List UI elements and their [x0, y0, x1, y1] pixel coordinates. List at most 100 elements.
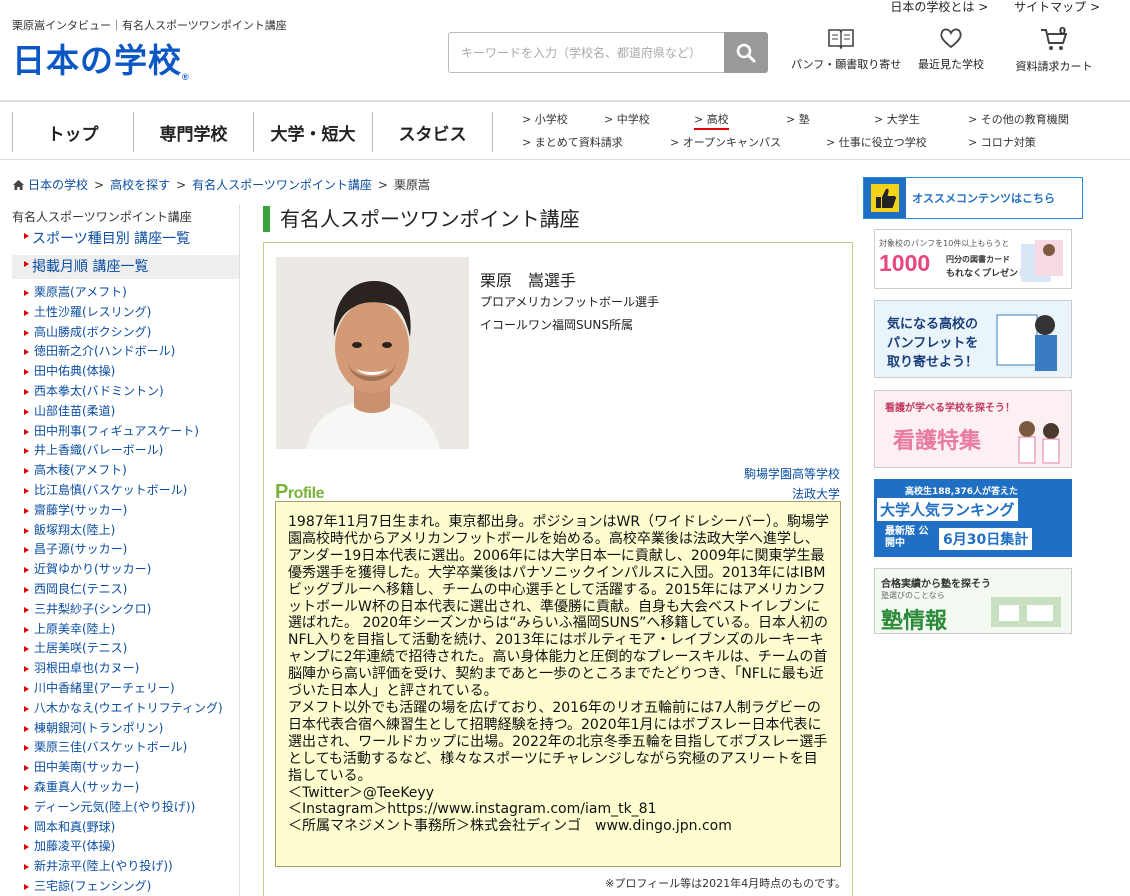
banner2-line3: 取り寄せよう！: [887, 355, 979, 370]
nav-junior-high[interactable]: > 中学校: [604, 111, 650, 127]
banner1-unit: 円分の図書カード: [946, 255, 1010, 264]
player-list-item[interactable]: 八木かなえ(ウエイトリフティング): [12, 699, 239, 719]
athlete-team: イコールワン福岡SUNS所属: [480, 318, 633, 332]
player-list-item[interactable]: 土性沙羅(レスリング): [12, 303, 239, 323]
nav-juku[interactable]: > 塾: [786, 111, 810, 127]
banner-juku[interactable]: 合格実績から塾を探そう 塾選びのことなら 塾情報: [874, 568, 1072, 634]
player-list-item[interactable]: 高山勝成(ボクシング): [12, 323, 239, 343]
breadcrumb: 日本の学校 > 高校を探す > 有名人スポーツワンポイント講座 > 栗原嵩: [12, 176, 430, 193]
player-list-item[interactable]: 岡本和真(野球): [12, 818, 239, 838]
search-button[interactable]: [724, 32, 768, 73]
player-list-item[interactable]: 田中佑典(体操): [12, 362, 239, 382]
profile-label-cap: P: [275, 481, 288, 503]
player-list-item[interactable]: 棟朝銀河(トランポリン): [12, 719, 239, 739]
breadcrumb-current: 栗原嵩: [393, 178, 430, 192]
breadcrumb-sports-course[interactable]: 有名人スポーツワンポイント講座: [192, 176, 372, 193]
search-input[interactable]: [448, 32, 724, 73]
player-list-item[interactable]: 近賀ゆかり(サッカー): [12, 560, 239, 580]
player-list-item[interactable]: 田中刑事(フィギュアスケート): [12, 422, 239, 442]
player-list-item[interactable]: 森重真人(サッカー): [12, 778, 239, 798]
player-list-item[interactable]: 川中香緒里(アーチェリー): [12, 679, 239, 699]
banner-ranking[interactable]: 高校生188,376人が答えた 大学人気ランキング 最新版 公開中 6月30日集…: [874, 479, 1072, 557]
banner-pamphlet[interactable]: 気になる高校の パンフレットを 取り寄せよう！: [874, 300, 1072, 378]
nav-vocational[interactable]: 専門学校: [133, 112, 253, 152]
top-links: 日本の学校とは > サイトマップ >: [868, 0, 1100, 15]
banner-book-card[interactable]: 対象校のパンフを10件以上もらうと 1000 円分の図書カード もれなくプレゼン…: [874, 229, 1072, 289]
nav-university[interactable]: 大学・短大: [253, 112, 372, 152]
player-list-item[interactable]: 井上香織(バレーボール): [12, 441, 239, 461]
banner5-illustration: [991, 597, 1061, 627]
banner5-line3: 塾情報: [881, 609, 948, 634]
header-tagline: 栗原嵩インタビュー｜有名人スポーツワンポイント講座: [12, 19, 287, 32]
nav-other-institutions[interactable]: > その他の教育機関: [968, 111, 1069, 127]
player-list-item[interactable]: 三宅諒(フェンシング): [12, 877, 239, 896]
breadcrumb-high-school[interactable]: 高校を探す: [110, 176, 170, 193]
page-title: 有名人スポーツワンポイント講座: [263, 206, 580, 232]
player-list-item[interactable]: 齋藤学(サッカー): [12, 501, 239, 521]
site-header: 栗原嵩インタビュー｜有名人スポーツワンポイント講座 日本の学校® 日本の学校とは…: [0, 0, 1130, 100]
nav-elementary[interactable]: > 小学校: [522, 111, 568, 127]
twitter-handle: ＜Twitter＞@TeeKeyy: [288, 784, 434, 801]
banner4-line1: 高校生188,376人が答えた: [905, 487, 1018, 497]
sidebar-link-by-sport[interactable]: スポーツ種目別 講座一覧: [12, 227, 239, 251]
player-list-item[interactable]: 山部佳苗(柔道): [12, 402, 239, 422]
logo-registered: ®: [182, 72, 190, 82]
player-list-item[interactable]: 飯塚翔太(陸上): [12, 521, 239, 541]
player-list-item[interactable]: 羽根田卓也(カヌー): [12, 659, 239, 679]
athlete-portrait-image: [276, 257, 469, 449]
cart-button[interactable]: 0 資料請求カート: [1004, 26, 1104, 74]
book-icon: [828, 29, 854, 50]
player-list-item[interactable]: 西岡良仁(テニス): [12, 580, 239, 600]
athlete-title: プロアメリカンフットボール選手: [480, 295, 660, 309]
player-list-item[interactable]: 昌子源(サッカー): [12, 540, 239, 560]
cart-count: 0: [1059, 26, 1066, 37]
breadcrumb-separator: >: [377, 177, 388, 192]
player-list-item[interactable]: 加藤凌平(体操): [12, 837, 239, 857]
breadcrumb-home[interactable]: 日本の学校: [28, 176, 88, 193]
school-link-komaba[interactable]: 駒場学園高等学校: [744, 464, 840, 484]
recent-schools-button[interactable]: 最近見た学校: [901, 26, 1001, 72]
player-list-item[interactable]: 徳田新之介(ハンドボール): [12, 342, 239, 362]
profile-text-box: 1987年11月7日生まれ。東京都出身。ポジションはWR（ワイドレシーバー）。駒…: [275, 501, 841, 867]
recommended-header: オススメコンテンツはこちら: [863, 177, 1083, 219]
banner5-line1: 合格実績から塾を探そう: [881, 579, 991, 590]
profile-paragraph: 1987年11月7日生まれ。東京都出身。ポジションはWR（ワイドレシーバー）。駒…: [288, 514, 829, 700]
player-list-item[interactable]: 土居美咲(テニス): [12, 639, 239, 659]
global-nav: トップ 専門学校 大学・短大 スタビス > 小学校 > 中学校 > 高校 > 塾…: [0, 100, 1130, 160]
player-list-item[interactable]: 栗原三佳(バスケットボール): [12, 738, 239, 758]
heart-icon: [940, 28, 962, 49]
nav-covid[interactable]: > コロナ対策: [968, 134, 1036, 150]
nav-bulk-request[interactable]: > まとめて資料請求: [522, 134, 623, 150]
nav-high-school[interactable]: > 高校: [694, 111, 729, 130]
profile-label-rest: rofile: [287, 485, 325, 502]
athlete-name: 栗原 嵩選手: [480, 271, 577, 290]
left-sidebar: 有名人スポーツワンポイント講座 スポーツ種目別 講座一覧 掲載月順 講座一覧 栗…: [12, 205, 240, 896]
player-list-item[interactable]: 比江島慎(バスケットボール): [12, 481, 239, 501]
about-link[interactable]: 日本の学校とは >: [890, 0, 988, 14]
player-list-item[interactable]: 田中美南(サッカー): [12, 758, 239, 778]
banner-nursing[interactable]: 看護が学べる学校を探そう！ 看護特集: [874, 390, 1072, 468]
nav-university-student[interactable]: > 大学生: [874, 111, 920, 127]
recent-schools-label: 最近見た学校: [918, 58, 984, 71]
player-list-item[interactable]: 高木稜(アメフト): [12, 461, 239, 481]
pamphlet-request-button[interactable]: パンフ・願書取り寄せ: [791, 26, 901, 72]
player-list-item[interactable]: ディーン元気(陸上(やり投げ)): [12, 798, 239, 818]
banner1-big: 1000: [879, 250, 931, 276]
nav-open-campus[interactable]: > オープンキャンパス: [670, 134, 781, 150]
banner2-illustration: [996, 314, 1057, 371]
player-list-item[interactable]: 栗原嵩(アメフト): [12, 283, 239, 303]
player-list-item[interactable]: 新井涼平(陸上(やり投げ)): [12, 857, 239, 877]
player-list-item[interactable]: 三井梨紗子(シンクロ): [12, 600, 239, 620]
player-list-item[interactable]: 西本拳太(バドミントン): [12, 382, 239, 402]
sidebar-link-by-month[interactable]: 掲載月順 講座一覧: [12, 255, 239, 279]
banner3-line1: 看護が学べる学校を探そう！: [885, 403, 1015, 414]
nav-top[interactable]: トップ: [12, 112, 133, 152]
site-logo[interactable]: 日本の学校®: [12, 34, 190, 82]
pamphlet-request-label: パンフ・願書取り寄せ: [791, 58, 902, 71]
nav-stabis[interactable]: スタビス: [372, 112, 493, 152]
sitemap-link[interactable]: サイトマップ >: [1014, 0, 1100, 14]
breadcrumb-separator: >: [176, 177, 187, 192]
nav-career-schools[interactable]: > 仕事に役立つ学校: [826, 134, 927, 150]
profile-footnote: ※プロフィール等は2021年4月時点のものです。: [605, 877, 846, 890]
player-list-item[interactable]: 上原美幸(陸上): [12, 620, 239, 640]
